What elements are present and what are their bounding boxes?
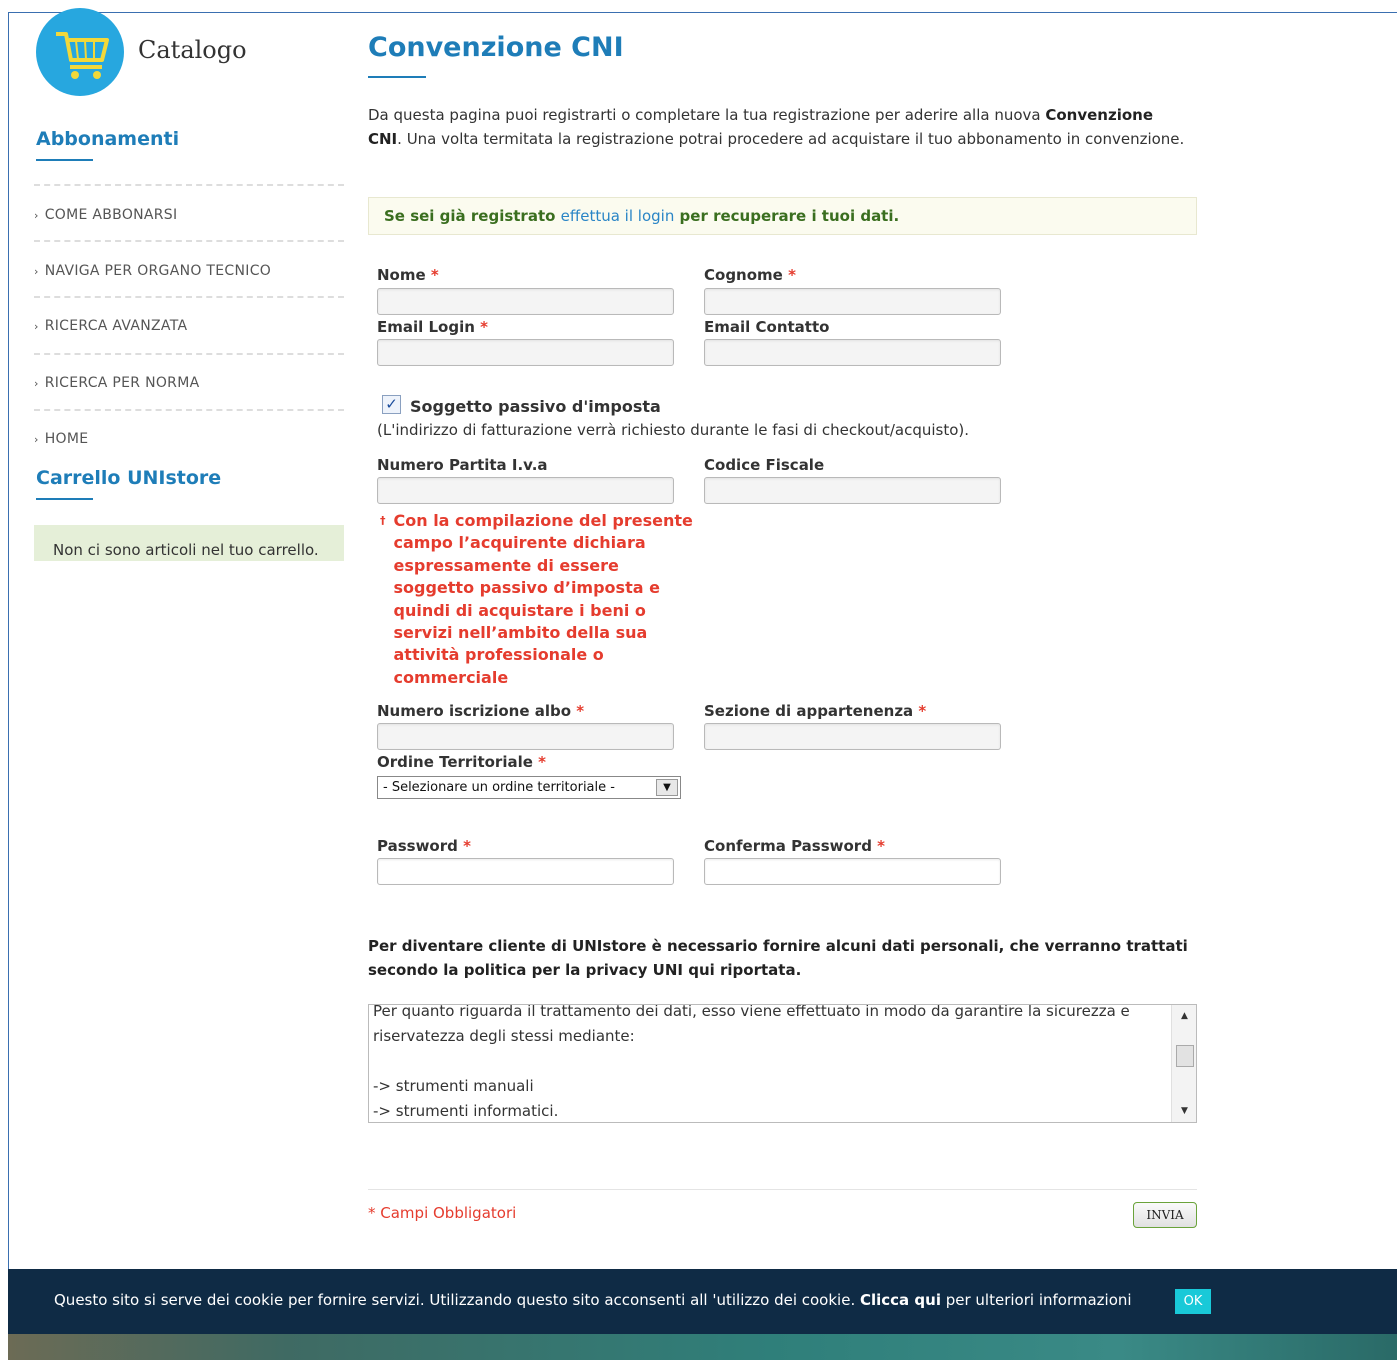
sidebar-item-naviga-organo[interactable]: › NAVIGA PER ORGANO TECNICO [34,263,271,279]
scroll-up-icon[interactable]: ▲ [1172,1011,1196,1021]
sidebar-item-label: NAVIGA PER ORGANO TECNICO [44,263,272,279]
codice-fiscale-label: Codice Fiscale [704,456,825,474]
nome-input[interactable] [377,288,674,315]
sidebar-item-label: HOME [44,431,89,447]
chevron-right-icon: › [34,377,39,390]
privacy-intro: Per diventare cliente di UNIstore è nece… [368,937,1188,979]
cart-empty-message: Non ci sono articoli nel tuo carrello. [34,525,344,561]
sidebar-item-label: RICERCA PER NORMA [44,375,200,391]
sezione-input[interactable] [704,723,1001,750]
iscrizione-albo-input[interactable] [377,723,674,750]
catalog-logo-text[interactable]: Catalogo [138,36,247,64]
fatturazione-note: (L'indirizzo di fatturazione verrà richi… [377,421,970,439]
intro-text: Da questa pagina puoi registrarti o comp… [368,106,1185,148]
sidebar-item-label: COME ABBONARSI [44,207,178,223]
page-title: Convenzione CNI [368,32,624,63]
cookie-info-link[interactable]: Clicca qui [860,1291,941,1309]
heading-underline [36,498,93,500]
cognome-label: Cognome * [704,266,796,284]
iscrizione-albo-label: Numero iscrizione albo * [377,702,585,720]
email-login-input[interactable] [377,339,674,366]
privacy-textarea[interactable]: Per quanto riguarda il trattamento dei d… [368,1004,1197,1123]
email-contatto-input[interactable] [704,339,1001,366]
cookie-ok-button[interactable]: OK [1175,1289,1211,1314]
sidebar-item-ricerca-avanzata[interactable]: › RICERCA AVANZATA [34,318,187,334]
title-underline [368,76,426,78]
divider [368,1189,1197,1190]
heading-underline [36,159,93,161]
send-button[interactable]: INVIA [1133,1202,1197,1228]
chevron-right-icon: › [34,265,39,278]
nome-label: Nome * [377,266,439,284]
codice-fiscale-input[interactable] [704,477,1001,504]
password-label: Password * [377,837,471,855]
ordine-territoriale-label: Ordine Territoriale * [377,753,546,771]
sidebar-item-ricerca-norma[interactable]: › RICERCA PER NORMA [34,375,199,391]
cookie-banner: Questo sito si serve dei cookie per forn… [8,1269,1397,1334]
ordine-territoriale-select[interactable]: - Selezionare un ordine territoriale - ▼ [377,776,681,799]
sidebar-item-come-abbonarsi[interactable]: › COME ABBONARSI [34,207,177,223]
divider [34,184,344,186]
soggetto-passivo-checkbox[interactable]: ✓ [382,395,401,414]
chevron-right-icon: › [34,320,39,333]
chevron-down-icon[interactable]: ▼ [656,779,678,796]
sezione-label: Sezione di appartenenza * [704,702,927,720]
cookie-text: Questo sito si serve dei cookie per forn… [54,1291,1132,1309]
sidebar-item-home[interactable]: › HOME [34,431,88,447]
divider [34,240,344,242]
piva-label: Numero Partita I.v.a [377,456,548,474]
conferma-password-input[interactable] [704,858,1001,885]
email-login-label: Email Login * [377,318,489,336]
divider [34,296,344,298]
footer-image [8,1334,1397,1360]
chevron-right-icon: › [34,433,39,446]
soggetto-passivo-label: Soggetto passivo d'imposta [410,397,661,416]
password-input[interactable] [377,858,674,885]
cognome-input[interactable] [704,288,1001,315]
login-link[interactable]: effettua il login [561,207,675,225]
piva-warning: † Con la compilazione del presente campo … [380,511,693,687]
scrollbar-thumb[interactable] [1176,1045,1194,1067]
email-contatto-label: Email Contatto [704,318,830,336]
divider [34,353,344,355]
sidebar-item-label: RICERCA AVANZATA [44,318,188,334]
login-notice: Se sei già registrato effettua il login … [368,197,1197,235]
subscriptions-heading: Abbonamenti [36,128,180,150]
cart-logo-icon[interactable] [36,8,124,96]
divider [34,409,344,411]
chevron-right-icon: › [34,209,39,222]
mandatory-fields-note: * Campi Obbligatori [368,1204,517,1222]
scroll-down-icon[interactable]: ▼ [1172,1106,1196,1116]
privacy-scrollbar[interactable]: ▲ ▼ [1171,1005,1196,1122]
cart-heading: Carrello UNIstore [36,467,222,489]
conferma-password-label: Conferma Password * [704,837,886,855]
privacy-text: Per quanto riguarda il trattamento dei d… [373,1004,1130,1120]
piva-input[interactable] [377,477,674,504]
